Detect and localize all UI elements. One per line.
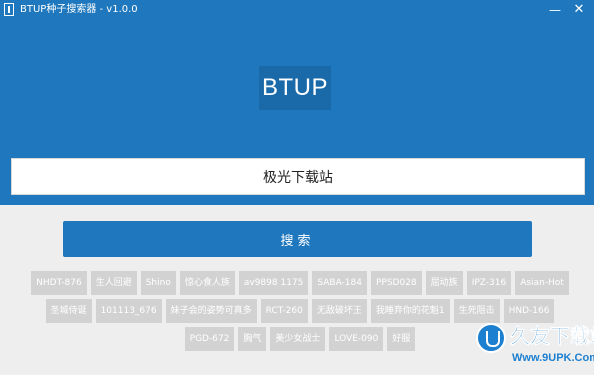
- app-window: BTUP种子搜索器 - v1.0.0 — ✕ BTUP 搜索 NHDT-876生…: [0, 0, 594, 375]
- tag-button[interactable]: SABA-184: [312, 271, 367, 295]
- minimize-icon[interactable]: —: [544, 0, 566, 20]
- tag-button[interactable]: 101113_676: [95, 299, 162, 323]
- tag-button[interactable]: av9898 1175: [238, 271, 309, 295]
- tag-button[interactable]: 胸气: [238, 327, 267, 351]
- tag-row: NHDT-876 生人回避 Shino 惊心食人族 av9898 1175 SABA-18…: [20, 271, 580, 295]
- tag-button[interactable]: 生人回避: [90, 271, 137, 295]
- close-icon[interactable]: ✕: [568, 0, 590, 20]
- app-logo-icon: [4, 3, 14, 16]
- tag-button[interactable]: 我睡弃你的花魁1: [370, 299, 450, 323]
- tag-button[interactable]: Asian-Hot: [515, 271, 569, 295]
- tag-button[interactable]: 无敌破坏王: [311, 299, 367, 323]
- tag-button[interactable]: NHDT-876: [31, 271, 87, 295]
- watermark-text: 久友下载站: [510, 324, 594, 349]
- tag-button[interactable]: RCT-260: [260, 299, 308, 323]
- title-bar: BTUP种子搜索器 - v1.0.0 — ✕: [0, 0, 594, 20]
- watermark: 久友下载站 Www.9UPK.Com: [470, 320, 594, 375]
- tag-button[interactable]: PGD-672: [184, 327, 235, 351]
- tag-button[interactable]: Shino: [140, 271, 176, 295]
- window-title: BTUP种子搜索器 - v1.0.0: [20, 4, 138, 15]
- tag-button[interactable]: 惊心食人族: [179, 271, 235, 295]
- tag-button[interactable]: IPZ-316: [466, 271, 512, 295]
- btup-logo: BTUP: [259, 66, 331, 110]
- tag-button[interactable]: 美少女战士: [270, 327, 326, 351]
- search-input[interactable]: [11, 158, 585, 195]
- watermark-url: Www.9UPK.Com: [512, 352, 594, 364]
- tag-button[interactable]: 圣城侍诞: [45, 299, 92, 323]
- search-button[interactable]: 搜索: [63, 221, 532, 257]
- tag-button[interactable]: LOVE-090: [329, 327, 384, 351]
- tag-button[interactable]: 妹子会的姿势可真多: [165, 299, 257, 323]
- tag-button[interactable]: PPSD028: [370, 271, 422, 295]
- tag-button[interactable]: 屈动族: [425, 271, 463, 295]
- watermark-logo-icon: [476, 323, 506, 353]
- header-panel: BTUP: [0, 20, 594, 205]
- tag-button[interactable]: 好服: [387, 327, 416, 351]
